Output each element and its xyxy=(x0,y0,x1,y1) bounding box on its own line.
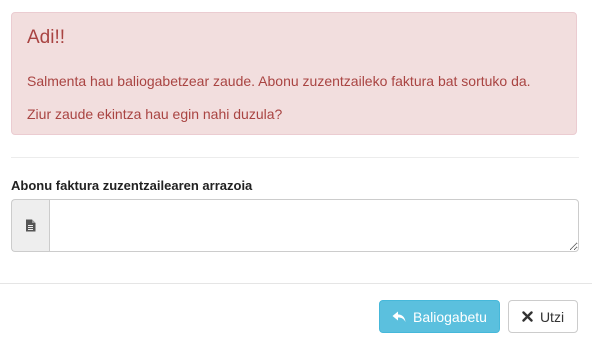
void-button-label: Baliogabetu xyxy=(413,308,487,325)
cancel-button[interactable]: Utzi xyxy=(508,300,578,333)
alert-message: Salmenta hau baliogabetzear zaude. Abonu… xyxy=(27,73,531,89)
cancel-button-label: Utzi xyxy=(539,308,565,325)
document-icon xyxy=(25,219,36,232)
close-icon xyxy=(522,311,533,322)
reason-label: Abonu faktura zuzentzailearen arrazoia xyxy=(11,178,253,193)
divider xyxy=(11,157,579,158)
alert-title: Adi!! xyxy=(27,27,66,48)
reason-input-group xyxy=(11,199,579,252)
void-button[interactable]: Baliogabetu xyxy=(379,300,500,333)
reason-textarea[interactable] xyxy=(49,199,579,252)
footer-divider xyxy=(0,283,592,284)
alert-question: Ziur zaude ekintza hau egin nahi duzula? xyxy=(27,106,283,122)
warning-alert: Adi!! Salmenta hau baliogabetzear zaude.… xyxy=(11,12,577,135)
reply-icon xyxy=(392,311,406,323)
input-addon xyxy=(11,199,49,252)
